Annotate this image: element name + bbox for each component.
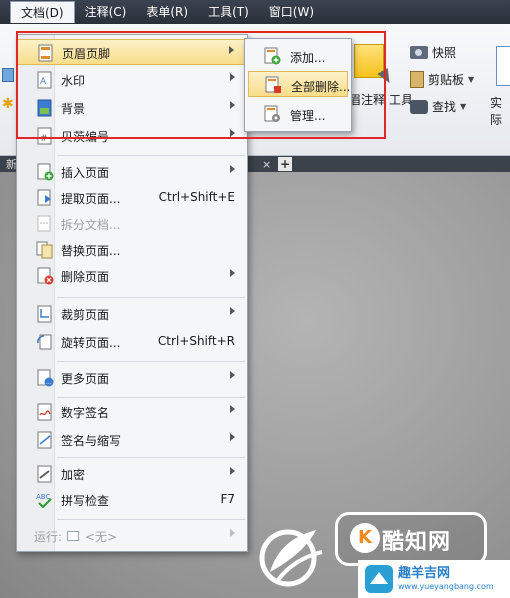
- menu-separator: [57, 361, 245, 362]
- submenu-item-manage[interactable]: 管理...: [248, 101, 348, 127]
- submenu-arrow-icon: [230, 467, 235, 475]
- submenu-arrow-icon: [230, 405, 235, 413]
- actual-size-icon[interactable]: [496, 46, 510, 86]
- menu-item-extract-page[interactable]: 提取页面... Ctrl+Shift+E: [17, 185, 247, 211]
- crop-page-icon: [37, 305, 52, 323]
- watermark-brand: 酷知网: [382, 530, 452, 555]
- menu-item-digital-signature[interactable]: 数字签名: [17, 399, 247, 425]
- menu-item-replace-page[interactable]: 替换页面...: [17, 237, 247, 263]
- close-tab-icon[interactable]: ×: [262, 158, 271, 171]
- menu-item-more-pages[interactable]: ... 更多页面: [17, 365, 247, 391]
- site-url: www.yueyangbang.com: [398, 582, 494, 591]
- menu-window[interactable]: 窗口(W): [259, 1, 324, 23]
- submenu-arrow-icon: [230, 165, 235, 173]
- menu-item-spell-check[interactable]: ABC 拼写检查 F7: [17, 487, 247, 513]
- submenu-arrow-icon: [229, 46, 234, 54]
- sign-initials-icon: [37, 431, 52, 449]
- svg-text:...: ...: [46, 379, 52, 386]
- svg-text:A: A: [40, 77, 47, 87]
- more-pages-icon: ...: [37, 369, 54, 387]
- site-logo-icon: [365, 565, 393, 593]
- menu-item-background[interactable]: 背景: [17, 95, 247, 121]
- submenu-arrow-icon: [230, 101, 235, 109]
- header-footer-submenu: 添加... 全部删除... 管理...: [244, 38, 352, 132]
- manage-header-footer-icon: [264, 105, 280, 122]
- menu-item-insert-page[interactable]: 插入页面: [17, 159, 247, 185]
- submenu-arrow-icon: [230, 433, 235, 441]
- replace-page-icon: [36, 241, 53, 259]
- submenu-arrow-icon: [230, 371, 235, 379]
- menu-form[interactable]: 表单(R): [136, 1, 198, 23]
- menu-separator: [57, 155, 245, 156]
- find-button[interactable]: 查找 ▼: [410, 98, 466, 115]
- menu-comment[interactable]: 注释(C): [75, 1, 137, 23]
- document-menu: 页眉页脚 A 水印 背景 # 贝茨编号 插入页面 提取页面... Ctrl+Sh…: [16, 34, 248, 552]
- menu-item-crop-page[interactable]: 裁剪页面: [17, 301, 247, 327]
- background-icon: [37, 99, 52, 117]
- menu-item-sign-initials[interactable]: 签名与缩写: [17, 427, 247, 453]
- submenu-arrow-icon: [230, 529, 235, 537]
- comment-tools-label[interactable]: 眉注释 工具: [349, 91, 413, 108]
- snapshot-button[interactable]: 快照: [410, 44, 456, 61]
- menu-item-watermark[interactable]: A 水印: [17, 67, 247, 93]
- submenu-arrow-icon: [230, 73, 235, 81]
- watermark-logo-icon: K: [350, 523, 380, 553]
- new-tab-button[interactable]: +: [278, 157, 292, 171]
- digital-signature-icon: [37, 403, 52, 421]
- menu-tools[interactable]: 工具(T): [198, 1, 259, 23]
- split-document-icon: [37, 215, 51, 232]
- insert-page-icon: [37, 163, 54, 181]
- run-box-icon: [67, 531, 79, 541]
- camera-icon: [410, 46, 428, 59]
- menu-item-bates-numbering[interactable]: # 贝茨编号: [17, 123, 247, 149]
- ribbon-left-icon[interactable]: [2, 68, 14, 82]
- submenu-arrow-icon: [230, 269, 235, 277]
- delete-all-header-footer-icon: [265, 76, 281, 93]
- submenu-arrow-icon: [230, 307, 235, 315]
- bates-numbering-icon: #: [37, 127, 52, 145]
- menu-item-encrypt[interactable]: 加密: [17, 461, 247, 487]
- binoculars-icon: [410, 99, 428, 114]
- menu-separator: [57, 297, 245, 298]
- header-footer-icon: [38, 44, 53, 62]
- star-icon: ✱: [2, 96, 14, 112]
- spell-check-icon: ABC: [36, 493, 52, 509]
- extract-page-icon: [37, 189, 51, 206]
- menu-item-split-document: 拆分文档...: [17, 211, 247, 237]
- svg-text:ABC: ABC: [36, 493, 50, 501]
- submenu-arrow-icon: [230, 129, 235, 137]
- menu-separator: [57, 397, 245, 398]
- submenu-item-add[interactable]: 添加...: [248, 43, 348, 69]
- menu-item-rotate-page[interactable]: 旋转页面... Ctrl+Shift+R: [17, 329, 247, 355]
- menu-item-delete-page[interactable]: 删除页面: [17, 263, 247, 289]
- menu-separator: [57, 519, 245, 520]
- watermark-icon: A: [37, 71, 52, 89]
- site-name: 趣羊吉网: [398, 566, 451, 581]
- svg-text:#: #: [40, 134, 48, 144]
- menu-separator: [57, 457, 245, 458]
- delete-page-icon: [37, 267, 54, 285]
- menubar: 文档(D) 注释(C) 表单(R) 工具(T) 窗口(W): [0, 0, 510, 24]
- lock-icon: [37, 465, 52, 483]
- watermark-site: 趣羊吉网 www.yueyangbang.com: [358, 560, 510, 598]
- menu-item-run: 运行: <无>: [17, 523, 247, 549]
- watermark-leaf-icon: [259, 529, 323, 587]
- add-header-footer-icon: [264, 47, 281, 65]
- menu-document[interactable]: 文档(D): [10, 1, 75, 23]
- actual-size-label[interactable]: 实际: [490, 94, 510, 128]
- rotate-page-icon: [37, 334, 52, 350]
- clipboard-button[interactable]: 剪贴板 ▼: [410, 71, 474, 88]
- clipboard-icon: [410, 71, 424, 88]
- submenu-item-delete-all[interactable]: 全部删除...: [248, 71, 350, 97]
- menu-item-header-footer[interactable]: 页眉页脚: [17, 39, 247, 65]
